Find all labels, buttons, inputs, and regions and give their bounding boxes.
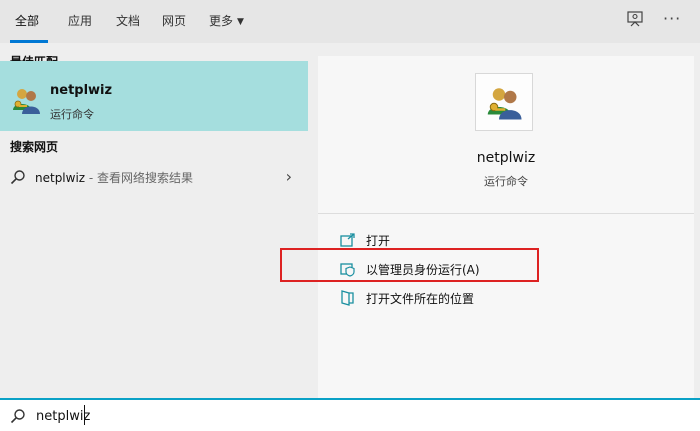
web-result-text: netplwiz - 查看网络搜索结果	[35, 169, 193, 186]
detail-app-icon-frame	[475, 73, 533, 131]
user-accounts-icon	[487, 88, 522, 120]
action-open-file-location[interactable]: 打开文件所在的位置	[340, 287, 540, 309]
tab-apps[interactable]: 应用	[68, 12, 92, 29]
highlight-annotation-box	[280, 248, 539, 282]
tab-documents[interactable]: 文档	[116, 12, 140, 29]
search-icon	[10, 170, 25, 185]
web-search-result[interactable]: netplwiz - 查看网络搜索结果 ›	[0, 162, 308, 192]
web-search-header: 搜索网页	[10, 140, 59, 154]
tab-all[interactable]: 全部	[15, 12, 39, 29]
best-match-item[interactable]	[0, 61, 308, 131]
search-tabs-bar	[0, 0, 700, 43]
tab-more[interactable]: 更多 ▼	[209, 12, 244, 29]
chevron-right-icon[interactable]: ›	[286, 167, 292, 186]
web-result-query: netplwiz	[35, 171, 86, 185]
text-cursor	[84, 405, 85, 425]
tab-web[interactable]: 网页	[162, 12, 186, 29]
action-open-file-location-label: 打开文件所在的位置	[366, 292, 475, 306]
action-open-label: 打开	[366, 234, 391, 248]
best-match-subtitle: 运行命令	[50, 108, 94, 121]
search-icon	[10, 409, 25, 424]
tab-more-label: 更多	[209, 14, 234, 28]
web-result-suffix: - 查看网络搜索结果	[85, 171, 194, 185]
feedback-icon[interactable]	[626, 10, 644, 28]
folder-icon	[341, 290, 354, 306]
best-match-title: netplwiz	[50, 83, 113, 98]
more-options-icon[interactable]: ···	[663, 9, 681, 28]
detail-subtitle: 运行命令	[484, 175, 528, 188]
detail-title: netplwiz	[476, 150, 536, 166]
detail-divider	[318, 213, 694, 214]
search-bar	[0, 398, 700, 431]
caret-down-icon: ▼	[237, 17, 244, 27]
search-input[interactable]	[36, 406, 636, 426]
user-accounts-icon	[13, 89, 40, 114]
open-icon	[340, 233, 355, 247]
